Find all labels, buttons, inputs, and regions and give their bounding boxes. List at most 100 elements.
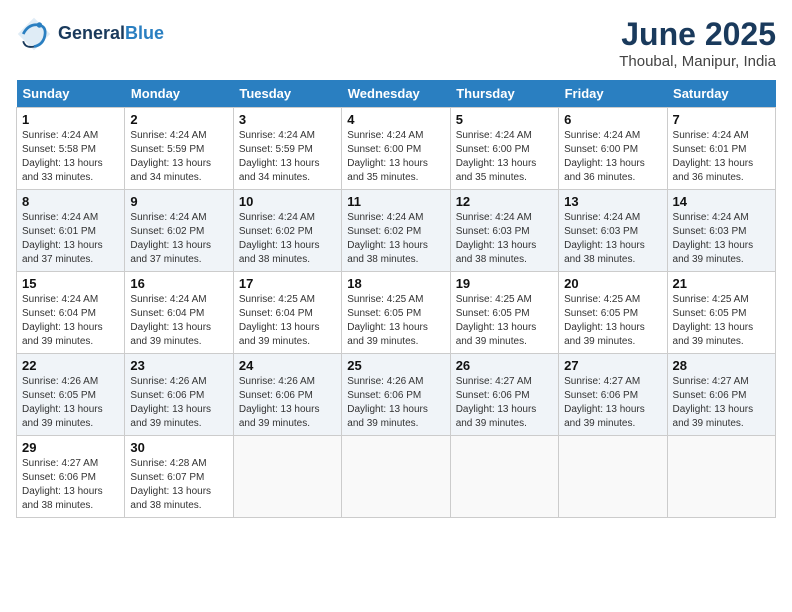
day-number: 25 (347, 358, 444, 373)
calendar-day-cell: 23 Sunrise: 4:26 AM Sunset: 6:06 PM Dayli… (125, 354, 233, 436)
day-number: 22 (22, 358, 119, 373)
calendar-day-cell: 25Sunrise: 4:26 AM Sunset: 6:06 PM Dayli… (342, 354, 450, 436)
calendar-day-cell: 28 Sunrise: 4:27 AM Sunset: 6:06 PM Dayli… (667, 354, 775, 436)
day-info: Sunrise: 4:24 AM Sunset: 6:00 PM Dayligh… (456, 129, 553, 185)
logo-icon (16, 16, 52, 52)
day-info: Sunrise: 4:24 AM Sunset: 6:01 PM Dayligh… (22, 211, 119, 267)
day-info: Sunrise: 4:24 AM Sunset: 5:58 PM Dayligh… (22, 129, 119, 185)
col-thursday: Thursday (450, 80, 558, 108)
calendar-day-cell: 9Sunrise: 4:24 AM Sunset: 6:02 PM Daylig… (125, 190, 233, 272)
calendar-day-cell: 5 Sunrise: 4:24 AM Sunset: 6:00 PM Daylig… (450, 108, 558, 190)
day-number: 6 (564, 112, 661, 127)
day-number: 28 (673, 358, 770, 373)
calendar-day-cell: 29 Sunrise: 4:27 AM Sunset: 6:06 PM Dayli… (17, 436, 125, 518)
calendar-day-cell: 10Sunrise: 4:24 AM Sunset: 6:02 PM Dayli… (233, 190, 341, 272)
calendar-day-cell: 8 Sunrise: 4:24 AM Sunset: 6:01 PM Daylig… (17, 190, 125, 272)
calendar-day-cell: 15 Sunrise: 4:24 AM Sunset: 6:04 PM Dayli… (17, 272, 125, 354)
day-info: Sunrise: 4:27 AM Sunset: 6:06 PM Dayligh… (673, 375, 770, 431)
calendar-day-cell: 17 Sunrise: 4:25 AM Sunset: 6:04 PM Dayli… (233, 272, 341, 354)
day-number: 11 (347, 194, 444, 209)
day-number: 18 (347, 276, 444, 291)
calendar-day-cell: 24Sunrise: 4:26 AM Sunset: 6:06 PM Dayli… (233, 354, 341, 436)
calendar-day-cell: 13Sunrise: 4:24 AM Sunset: 6:03 PM Dayli… (559, 190, 667, 272)
calendar-day-cell (559, 436, 667, 518)
col-monday: Monday (125, 80, 233, 108)
col-sunday: Sunday (17, 80, 125, 108)
calendar-day-cell: 2 Sunrise: 4:24 AM Sunset: 5:59 PM Daylig… (125, 108, 233, 190)
day-info: Sunrise: 4:24 AM Sunset: 6:03 PM Dayligh… (673, 211, 770, 267)
day-info: Sunrise: 4:25 AM Sunset: 6:05 PM Dayligh… (347, 293, 444, 349)
calendar-day-cell: 3Sunrise: 4:24 AM Sunset: 5:59 PM Daylig… (233, 108, 341, 190)
day-number: 12 (456, 194, 553, 209)
day-info: Sunrise: 4:25 AM Sunset: 6:05 PM Dayligh… (564, 293, 661, 349)
day-number: 10 (239, 194, 336, 209)
day-info: Sunrise: 4:24 AM Sunset: 6:02 PM Dayligh… (347, 211, 444, 267)
title-block: June 2025 Thoubal, Manipur, India (619, 16, 776, 70)
day-info: Sunrise: 4:24 AM Sunset: 6:04 PM Dayligh… (22, 293, 119, 349)
day-number: 7 (673, 112, 770, 127)
calendar-day-cell: 11 Sunrise: 4:24 AM Sunset: 6:02 PM Dayli… (342, 190, 450, 272)
calendar-day-cell: 26 Sunrise: 4:27 AM Sunset: 6:06 PM Dayli… (450, 354, 558, 436)
calendar-day-cell (342, 436, 450, 518)
day-info: Sunrise: 4:24 AM Sunset: 6:03 PM Dayligh… (564, 211, 661, 267)
calendar-day-cell: 1 Sunrise: 4:24 AM Sunset: 5:58 PM Daylig… (17, 108, 125, 190)
day-number: 29 (22, 440, 119, 455)
day-number: 2 (130, 112, 227, 127)
day-number: 5 (456, 112, 553, 127)
calendar-week-row: 15 Sunrise: 4:24 AM Sunset: 6:04 PM Dayli… (17, 272, 776, 354)
day-number: 20 (564, 276, 661, 291)
calendar-day-cell: 4Sunrise: 4:24 AM Sunset: 6:00 PM Daylig… (342, 108, 450, 190)
day-number: 15 (22, 276, 119, 291)
calendar-day-cell: 18 Sunrise: 4:25 AM Sunset: 6:05 PM Dayli… (342, 272, 450, 354)
day-info: Sunrise: 4:24 AM Sunset: 6:04 PM Dayligh… (130, 293, 227, 349)
logo: GeneralBlue (16, 16, 164, 52)
day-number: 14 (673, 194, 770, 209)
calendar-week-row: 29 Sunrise: 4:27 AM Sunset: 6:06 PM Dayli… (17, 436, 776, 518)
calendar-day-cell: 20 Sunrise: 4:25 AM Sunset: 6:05 PM Dayli… (559, 272, 667, 354)
day-info: Sunrise: 4:25 AM Sunset: 6:05 PM Dayligh… (456, 293, 553, 349)
day-number: 4 (347, 112, 444, 127)
calendar-day-cell (233, 436, 341, 518)
calendar-day-cell: 12 Sunrise: 4:24 AM Sunset: 6:03 PM Dayli… (450, 190, 558, 272)
day-number: 9 (130, 194, 227, 209)
calendar-week-row: 8 Sunrise: 4:24 AM Sunset: 6:01 PM Daylig… (17, 190, 776, 272)
day-info: Sunrise: 4:25 AM Sunset: 6:05 PM Dayligh… (673, 293, 770, 349)
day-number: 3 (239, 112, 336, 127)
day-info: Sunrise: 4:24 AM Sunset: 6:03 PM Dayligh… (456, 211, 553, 267)
day-number: 27 (564, 358, 661, 373)
col-saturday: Saturday (667, 80, 775, 108)
day-info: Sunrise: 4:27 AM Sunset: 6:06 PM Dayligh… (456, 375, 553, 431)
calendar-day-cell: 6 Sunrise: 4:24 AM Sunset: 6:00 PM Daylig… (559, 108, 667, 190)
day-number: 21 (673, 276, 770, 291)
calendar-title: June 2025 (619, 16, 776, 53)
calendar-day-cell: 21 Sunrise: 4:25 AM Sunset: 6:05 PM Dayli… (667, 272, 775, 354)
calendar-day-cell: 19 Sunrise: 4:25 AM Sunset: 6:05 PM Dayli… (450, 272, 558, 354)
day-info: Sunrise: 4:26 AM Sunset: 6:06 PM Dayligh… (239, 375, 336, 431)
calendar-day-cell (450, 436, 558, 518)
day-number: 1 (22, 112, 119, 127)
calendar-table: Sunday Monday Tuesday Wednesday Thursday… (16, 80, 776, 518)
col-wednesday: Wednesday (342, 80, 450, 108)
calendar-day-cell: 22 Sunrise: 4:26 AM Sunset: 6:05 PM Dayli… (17, 354, 125, 436)
day-info: Sunrise: 4:26 AM Sunset: 6:05 PM Dayligh… (22, 375, 119, 431)
day-info: Sunrise: 4:25 AM Sunset: 6:04 PM Dayligh… (239, 293, 336, 349)
col-friday: Friday (559, 80, 667, 108)
day-info: Sunrise: 4:27 AM Sunset: 6:06 PM Dayligh… (22, 457, 119, 513)
day-info: Sunrise: 4:24 AM Sunset: 6:00 PM Dayligh… (564, 129, 661, 185)
day-number: 26 (456, 358, 553, 373)
col-tuesday: Tuesday (233, 80, 341, 108)
day-info: Sunrise: 4:24 AM Sunset: 5:59 PM Dayligh… (130, 129, 227, 185)
day-number: 23 (130, 358, 227, 373)
calendar-day-cell: 27Sunrise: 4:27 AM Sunset: 6:06 PM Dayli… (559, 354, 667, 436)
day-info: Sunrise: 4:26 AM Sunset: 6:06 PM Dayligh… (130, 375, 227, 431)
day-info: Sunrise: 4:28 AM Sunset: 6:07 PM Dayligh… (130, 457, 227, 513)
logo-text: GeneralBlue (58, 24, 164, 44)
day-number: 8 (22, 194, 119, 209)
calendar-day-cell: 7 Sunrise: 4:24 AM Sunset: 6:01 PM Daylig… (667, 108, 775, 190)
calendar-week-row: 22 Sunrise: 4:26 AM Sunset: 6:05 PM Dayli… (17, 354, 776, 436)
calendar-subtitle: Thoubal, Manipur, India (619, 53, 776, 70)
calendar-day-cell: 16Sunrise: 4:24 AM Sunset: 6:04 PM Dayli… (125, 272, 233, 354)
day-info: Sunrise: 4:24 AM Sunset: 6:01 PM Dayligh… (673, 129, 770, 185)
day-number: 19 (456, 276, 553, 291)
day-number: 17 (239, 276, 336, 291)
